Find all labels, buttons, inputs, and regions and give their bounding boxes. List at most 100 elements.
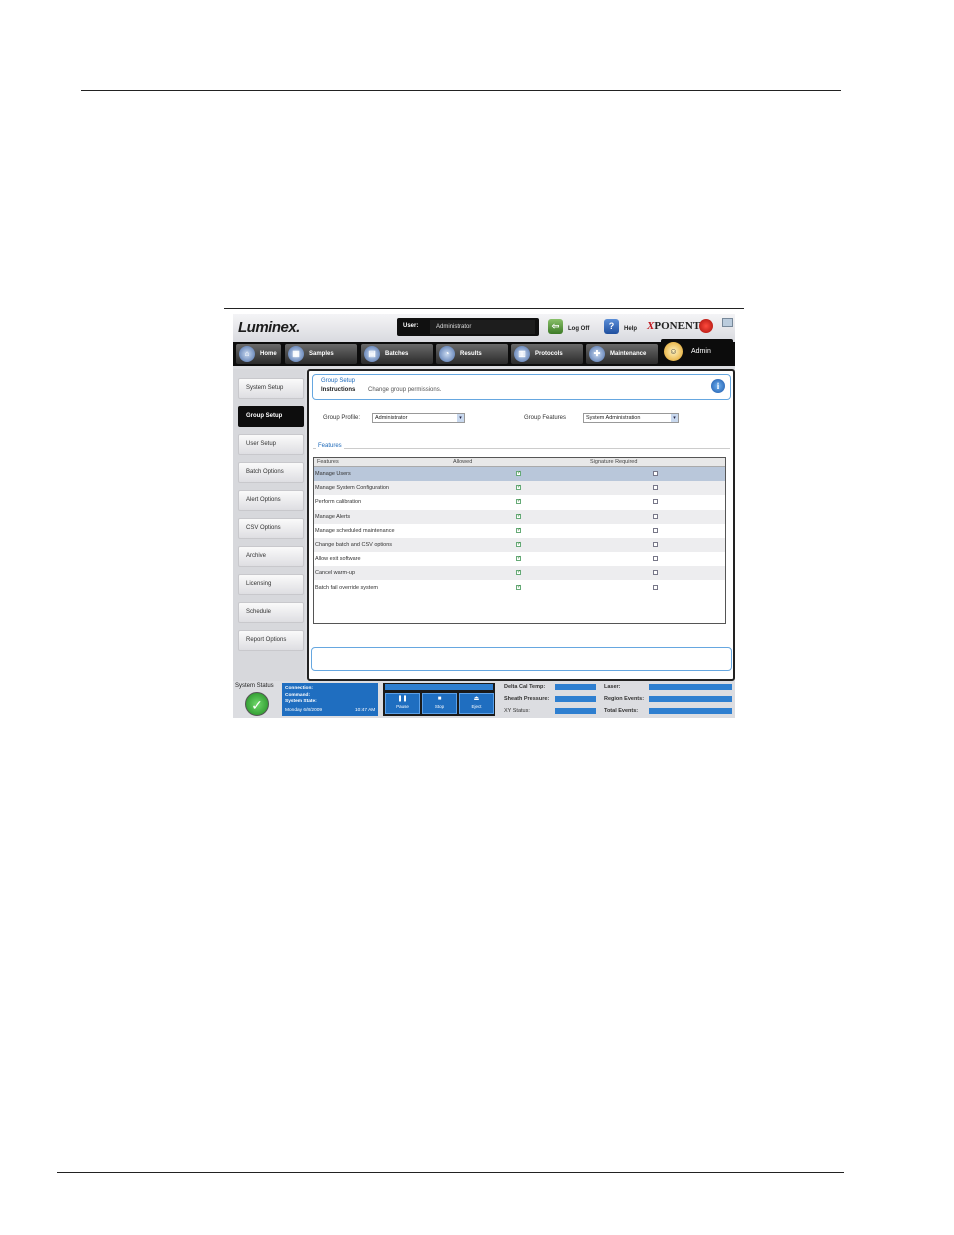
laser-bar [649,684,732,690]
admin-icon: ☺ [664,342,683,361]
tab-label: Results [460,351,482,357]
sidebar-item-report-options[interactable]: Report Options [238,630,304,651]
sidebar-item-alert-options[interactable]: Alert Options [238,490,304,511]
xponent-brand-rest: PONENT [654,320,701,332]
signature-required-checkbox[interactable] [653,584,658,590]
help-button[interactable]: Help [624,326,637,332]
tab-admin[interactable]: ☺ Admin [661,339,733,366]
signature-required-checkbox[interactable] [653,527,658,533]
allowed-checkbox[interactable]: ✓ [516,584,521,590]
table-row[interactable]: Change batch and CSV options ✓ [314,538,725,552]
instructions-label: Instructions [321,387,356,393]
signature-required-checkbox[interactable] [653,570,658,576]
group-features-label: Group Features [524,415,567,421]
pause-button[interactable]: ❚❚ Pause [385,693,420,714]
chevron-down-icon: ▾ [671,414,678,422]
results-icon: ◔ [439,346,455,362]
signature-required-checkbox[interactable] [653,542,658,547]
sidebar-item-licensing[interactable]: Licensing [238,574,304,595]
sidebar-item-batch-options[interactable]: Batch Options [238,462,304,483]
feature-name: Cancel warm-up [315,570,356,577]
home-icon: ⌂ [239,346,255,362]
tab-label: Admin [691,348,711,355]
allowed-checkbox[interactable]: ✓ [516,527,521,533]
feature-name: Batch fail override system [315,584,378,591]
total-events-label: Total Events: [604,708,639,714]
table-row[interactable]: Perform calibration ✓ [314,495,725,509]
sidebar-item-group-setup[interactable]: Group Setup [238,406,304,427]
xy-status-bar [555,708,596,714]
table-row[interactable]: Manage Users ✓ [314,467,725,481]
region-events-bar [649,696,732,702]
region-events-label: Region Events: [604,696,645,702]
tab-label: Home [260,351,277,357]
table-row[interactable]: Allow exit software ✓ [314,552,725,566]
user-value: Administrator [430,320,535,334]
luminex-logo: Luminex. [238,319,300,336]
tab-batches[interactable]: ▤ Batches [361,344,433,364]
stop-button[interactable]: ■ Stop [422,693,457,714]
tab-protocols[interactable]: ▥ Protocols [511,344,583,364]
tab-samples[interactable]: ▦ Samples [285,344,357,364]
allowed-checkbox[interactable]: ✓ [516,499,521,505]
delta-cal-temp-bar [555,684,596,690]
tab-label: Protocols [535,351,563,357]
info-icon[interactable]: i [711,379,725,393]
table-row[interactable]: Manage scheduled maintenance ✓ [314,524,725,538]
tab-home[interactable]: ⌂ Home [236,344,281,364]
sidebar-item-schedule[interactable]: Schedule [238,602,304,623]
feature-name: Manage Users [315,471,351,477]
sidebar-item-csv-options[interactable]: CSV Options [238,518,304,539]
group-profile-label: Group Profile: [323,415,361,421]
user-box: User: Administrator [397,318,539,336]
status-ok-icon: ✓ [245,692,269,716]
allowed-checkbox[interactable]: ✓ [516,542,521,547]
feature-name: Allow exit software [315,556,361,563]
allowed-checkbox[interactable]: ✓ [516,556,521,562]
signature-required-checkbox[interactable] [653,556,658,562]
tab-maintenance[interactable]: ✚ Maintenance [586,344,658,364]
help-icon[interactable]: ? [604,319,619,334]
table-row[interactable]: Manage Alerts ✓ [314,509,725,524]
logoff-icon[interactable]: ⇦ [548,319,563,334]
group-profile-select[interactable]: Administrator ▾ [372,413,465,423]
sheath-pressure-bar [555,696,596,702]
sidebar-item-archive[interactable]: Archive [238,546,304,567]
group-features-value: System Administration [586,415,641,421]
signature-required-checkbox[interactable] [653,485,658,491]
allowed-checkbox[interactable]: ✓ [516,485,521,491]
signature-required-checkbox[interactable] [653,471,658,476]
signature-required-checkbox[interactable] [653,499,658,505]
stop-icon: ■ [437,696,442,702]
status-time: 10:47 AM [355,708,376,713]
features-legend: Features [316,443,344,449]
signature-required-checkbox[interactable] [653,513,658,519]
table-row[interactable]: Cancel warm-up ✓ [314,566,725,581]
user-label: User: [403,323,419,329]
instructions-text: Change group permissions. [368,387,442,393]
table-row[interactable]: Batch fail override system ✓ [314,581,725,595]
feature-name: Manage Alerts [315,513,351,520]
table-header: Features Allowed Signature Required [314,458,725,467]
command-label: Command: [285,693,311,698]
feature-name: Change batch and CSV options [315,542,393,548]
laser-label: Laser: [604,684,621,690]
table-row[interactable]: Manage System Configuration ✓ [314,481,725,496]
figure-top-rule [224,308,744,309]
allowed-checkbox[interactable]: ✓ [516,570,521,576]
sidebar-item-system-setup[interactable]: System Setup [238,378,304,399]
logoff-button[interactable]: Log Off [568,326,589,332]
allowed-checkbox[interactable]: ✓ [516,513,521,519]
protocols-icon: ▥ [514,346,530,362]
admin-sidebar: System Setup Group Setup User Setup Batc… [233,369,305,681]
pause-icon: ❚❚ [397,696,408,702]
sidebar-item-user-setup[interactable]: User Setup [238,434,304,455]
tab-results[interactable]: ◔ Results [436,344,508,364]
eject-button[interactable]: ⏏ Eject [459,693,494,714]
pause-label: Pause [396,704,409,709]
window-menu-icon[interactable] [722,318,733,327]
allowed-checkbox[interactable]: ✓ [516,471,521,476]
status-bar: System Status ✓ Connection: Command: Sys… [233,681,735,718]
tab-label: Maintenance [610,351,647,357]
group-features-select[interactable]: System Administration ▾ [583,413,679,423]
